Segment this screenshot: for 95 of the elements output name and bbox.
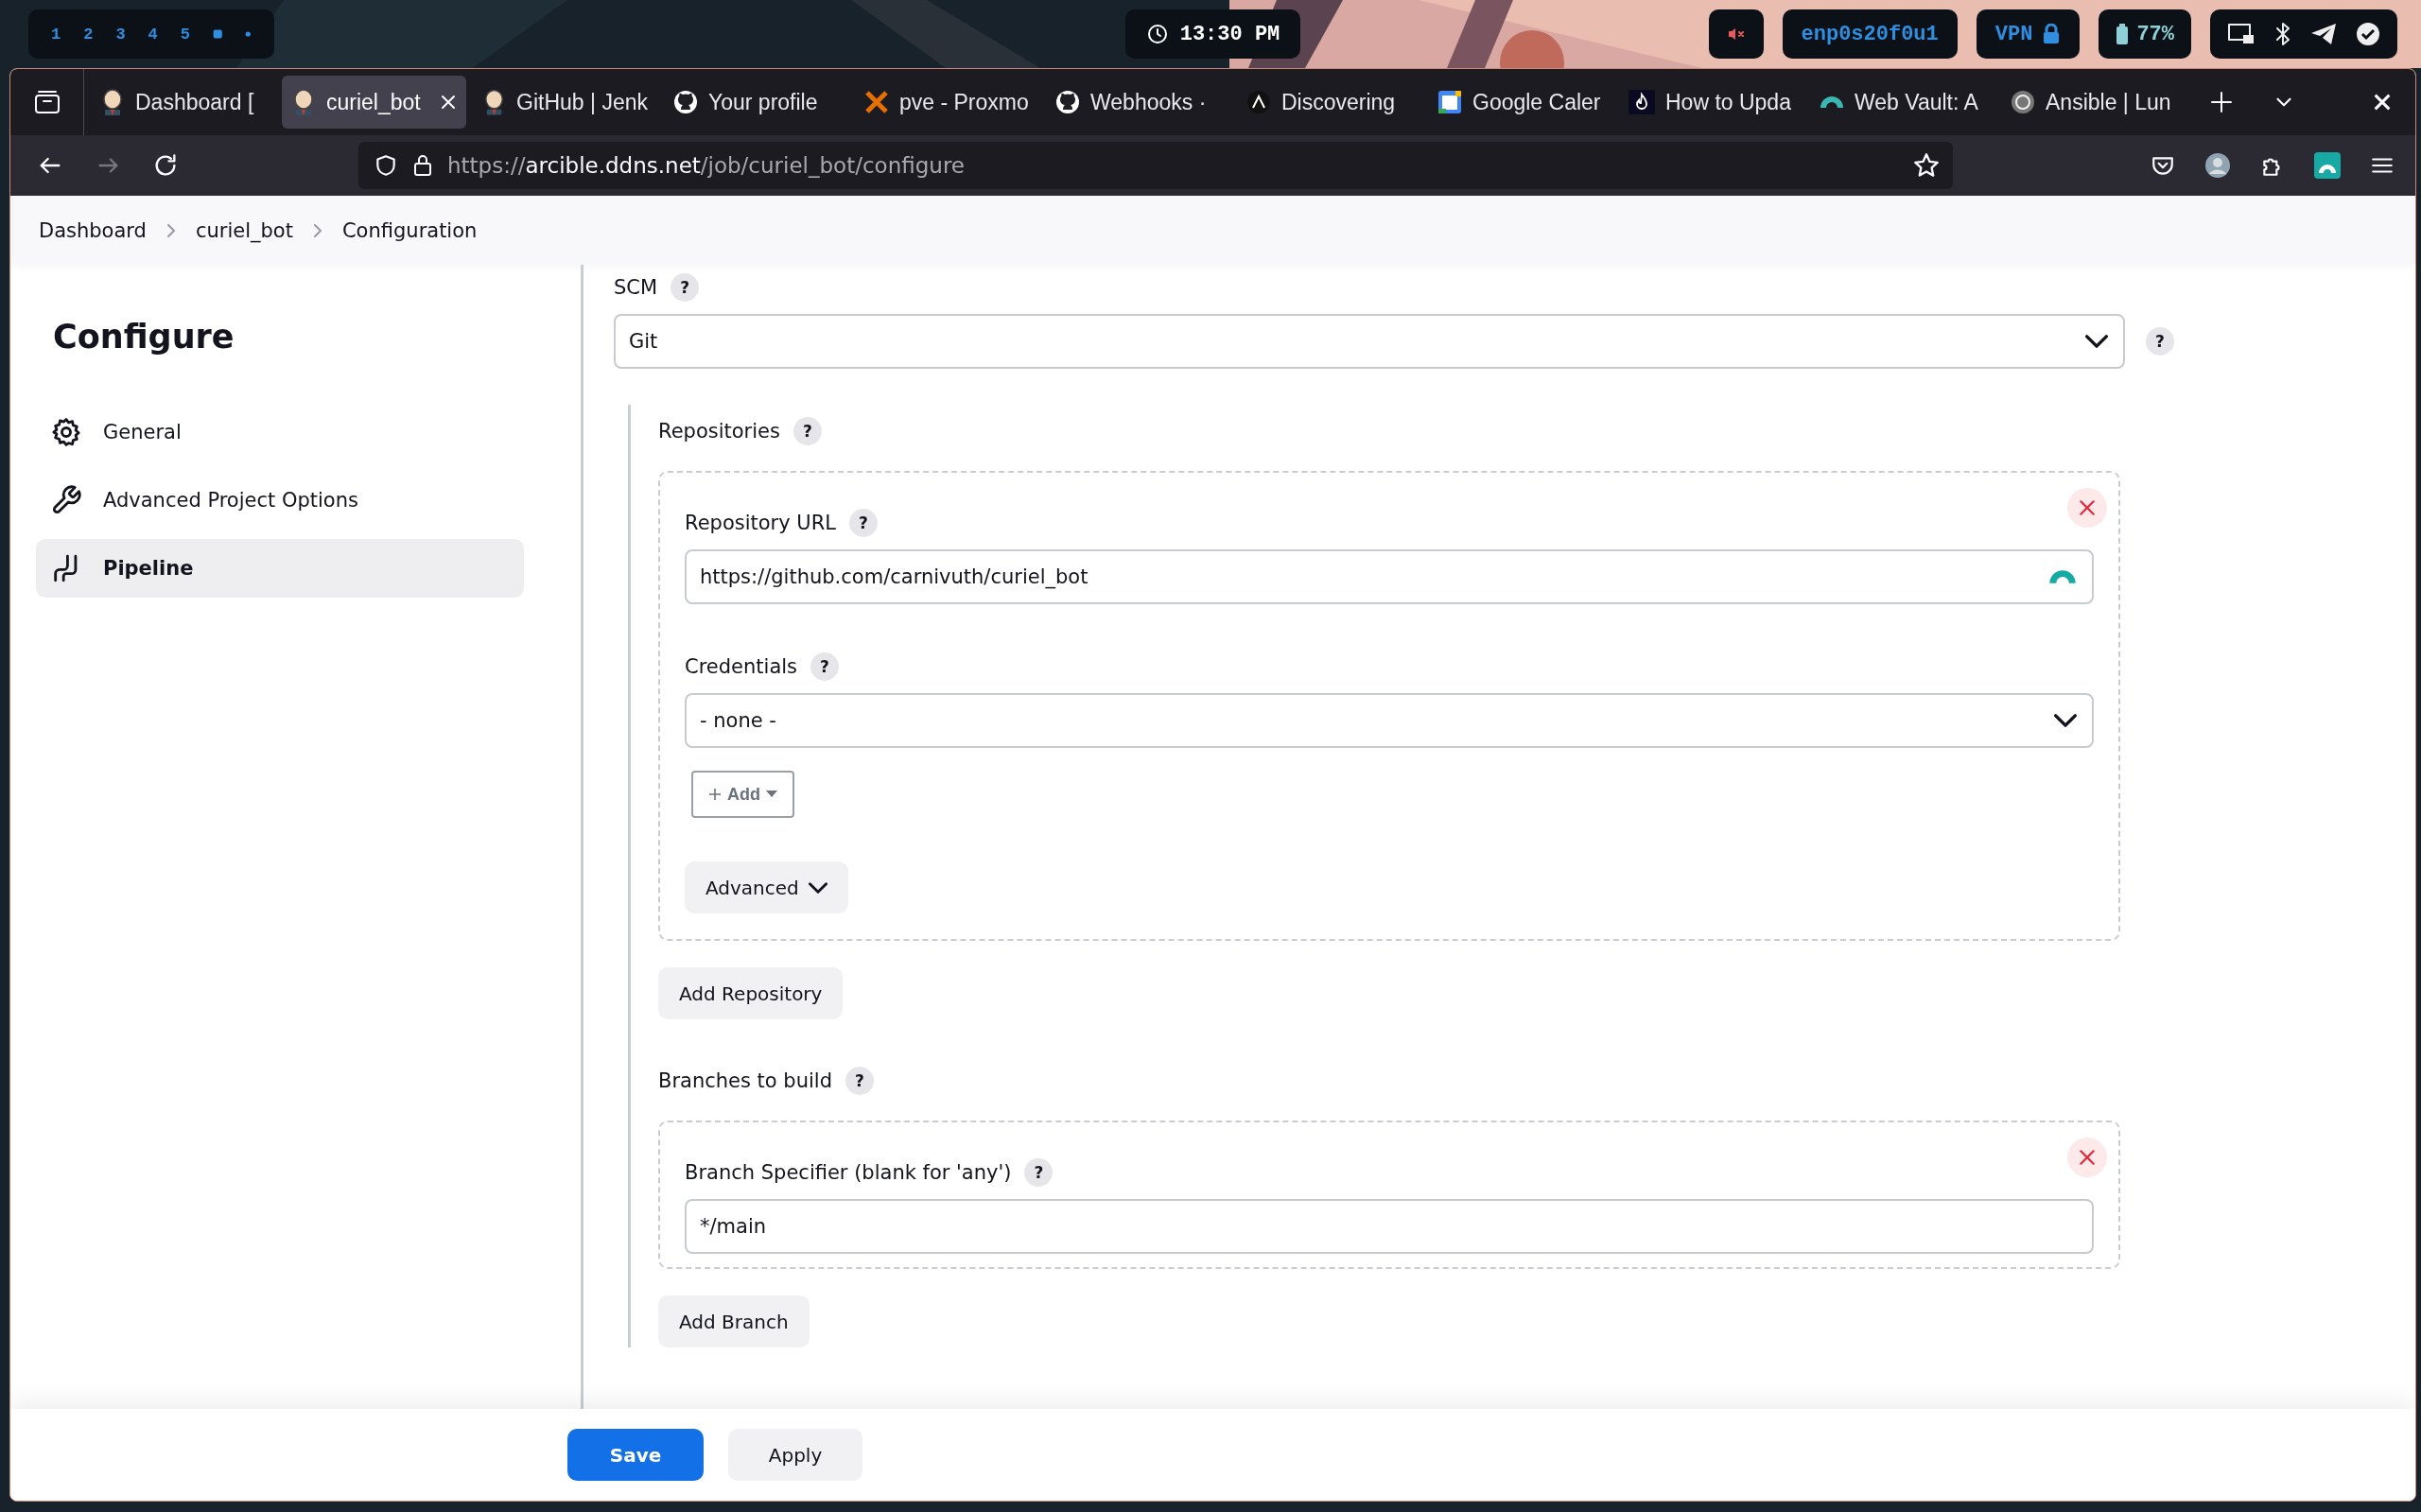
sidebar-item[interactable]: General (36, 403, 524, 461)
close-icon (2078, 498, 2097, 517)
browser-tab[interactable]: Discovering (1237, 76, 1421, 129)
workspace-number[interactable]: 5 (180, 25, 190, 43)
section-label: Repositories (658, 420, 780, 443)
workspace-number[interactable]: 1 (51, 25, 61, 43)
cross-icon (864, 90, 889, 114)
help-button[interactable]: ? (2146, 327, 2174, 356)
help-button[interactable]: ? (1024, 1158, 1054, 1187)
section-label: Branches to build (658, 1069, 832, 1092)
screen-lock-icon[interactable] (2227, 22, 2256, 46)
field-label: Branch Specifier (blank for 'any') (685, 1161, 1012, 1184)
sidebar-item[interactable]: Pipeline (36, 539, 524, 598)
apply-button[interactable]: Apply (728, 1429, 862, 1481)
calendar-icon (1437, 90, 1462, 114)
caret-icon (766, 791, 777, 798)
network-name: enp0s20f0u1 (1801, 22, 1939, 46)
scm-select[interactable]: Git (614, 314, 2125, 369)
lock-icon (2042, 24, 2062, 44)
shield-icon (374, 153, 398, 178)
triangle-logo-icon (1246, 90, 1271, 114)
circle-logo-icon (2011, 90, 2035, 114)
clock-icon (1145, 23, 1169, 45)
square-icon[interactable] (213, 26, 223, 42)
flame-icon (1629, 90, 1655, 114)
tray-box-icon[interactable] (33, 90, 61, 114)
help-button[interactable]: ? (792, 417, 822, 445)
browser-tab[interactable]: Web Vault: A (1810, 76, 1994, 129)
butler-icon (100, 89, 125, 115)
wrench-icon (50, 484, 82, 516)
url-text[interactable]: https://arcible.ddns.net/job/curiel_bot/configure (447, 153, 1900, 178)
cat-silhouette-icon (673, 90, 698, 114)
cat-silhouette-icon (1055, 90, 1080, 114)
help-button[interactable]: ? (810, 652, 840, 681)
workspace-number[interactable]: 3 (115, 25, 126, 43)
clock-time: 13:30 PM (1179, 22, 1280, 46)
field-label: SCM (614, 276, 658, 299)
breadcrumb-link[interactable]: Dashboard (39, 218, 147, 242)
browser-tab[interactable]: Dashboard [ (91, 76, 275, 129)
close-icon[interactable] (440, 94, 457, 111)
address-bar[interactable]: https://arcible.ddns.net/job/curiel_bot/configure (358, 142, 1953, 189)
help-button[interactable]: ? (845, 1067, 874, 1095)
credentials-select[interactable]: - none - (685, 693, 2094, 748)
chevron-down-icon (808, 881, 827, 894)
bluetooth-icon[interactable] (2274, 22, 2291, 46)
dot-icon[interactable] (245, 29, 252, 39)
help-button[interactable]: ? (849, 509, 878, 537)
field-label: Credentials (685, 655, 798, 678)
vpn-label: VPN (1994, 22, 2033, 46)
url-input[interactable]: https://github.com/carnivuth/curiel_bot (685, 549, 2094, 604)
close-icon[interactable] (2372, 92, 2393, 113)
browser-tab[interactable]: pve - Proxmo (855, 76, 1039, 129)
extension-arch-icon[interactable] (2314, 152, 2341, 179)
browser-tab[interactable]: Ansible | Lun (2001, 76, 2186, 129)
avatar-icon[interactable] (2204, 152, 2231, 179)
add-repository-button[interactable]: Add Repository (658, 967, 844, 1019)
reload-icon[interactable] (152, 152, 179, 179)
field-label: Repository URL (685, 512, 836, 534)
password-manager-icon[interactable] (2048, 569, 2077, 584)
advanced-button[interactable]: Advanced (685, 861, 848, 913)
browser-tab[interactable]: How to Upda (1619, 76, 1803, 129)
star-icon[interactable] (1913, 152, 1940, 179)
chevron-down-icon (2085, 335, 2108, 348)
battery-level: 77% (2136, 22, 2174, 46)
chevron-down-icon (2054, 714, 2077, 727)
sidebar-title: Configure (53, 318, 235, 356)
close-icon (2078, 1148, 2097, 1167)
workspace-number[interactable]: 2 (83, 25, 94, 43)
browser-tab[interactable]: Google Caler (1428, 76, 1612, 129)
paper-plane-icon[interactable] (2310, 23, 2337, 45)
chevron-right-icon (166, 223, 175, 237)
browser-tab[interactable]: Your profile (664, 76, 848, 129)
plus-icon[interactable] (2209, 90, 2234, 114)
breadcrumb-link[interactable]: Configuration (341, 218, 478, 242)
breadcrumb-link[interactable]: curiel_bot (195, 218, 293, 242)
add-branch-button[interactable]: Add Branch (658, 1295, 810, 1347)
lock-icon (411, 153, 434, 178)
help-button[interactable]: ? (671, 273, 700, 302)
browser-tab[interactable]: curiel_bot (282, 76, 466, 129)
gear-icon (50, 416, 82, 448)
browser-tab[interactable]: GitHub | Jenk (473, 76, 657, 129)
arch-icon (1820, 96, 1844, 109)
branch-input[interactable]: */main (685, 1199, 2094, 1254)
chevron-right-icon (313, 223, 322, 237)
battery-icon (2116, 23, 2130, 45)
browser-tab[interactable]: Webhooks · (1046, 76, 1230, 129)
add-credentials-button[interactable]: Add (691, 771, 794, 818)
check-circle-icon[interactable] (2356, 22, 2380, 46)
sidebar-item[interactable]: Advanced Project Options (36, 471, 524, 530)
workspace-number[interactable]: 4 (148, 25, 158, 43)
plus-icon (708, 788, 722, 801)
remove-button[interactable] (2067, 488, 2107, 528)
save-button[interactable]: Save (567, 1429, 704, 1481)
butler-icon (291, 89, 316, 115)
remove-button[interactable] (2067, 1138, 2107, 1177)
